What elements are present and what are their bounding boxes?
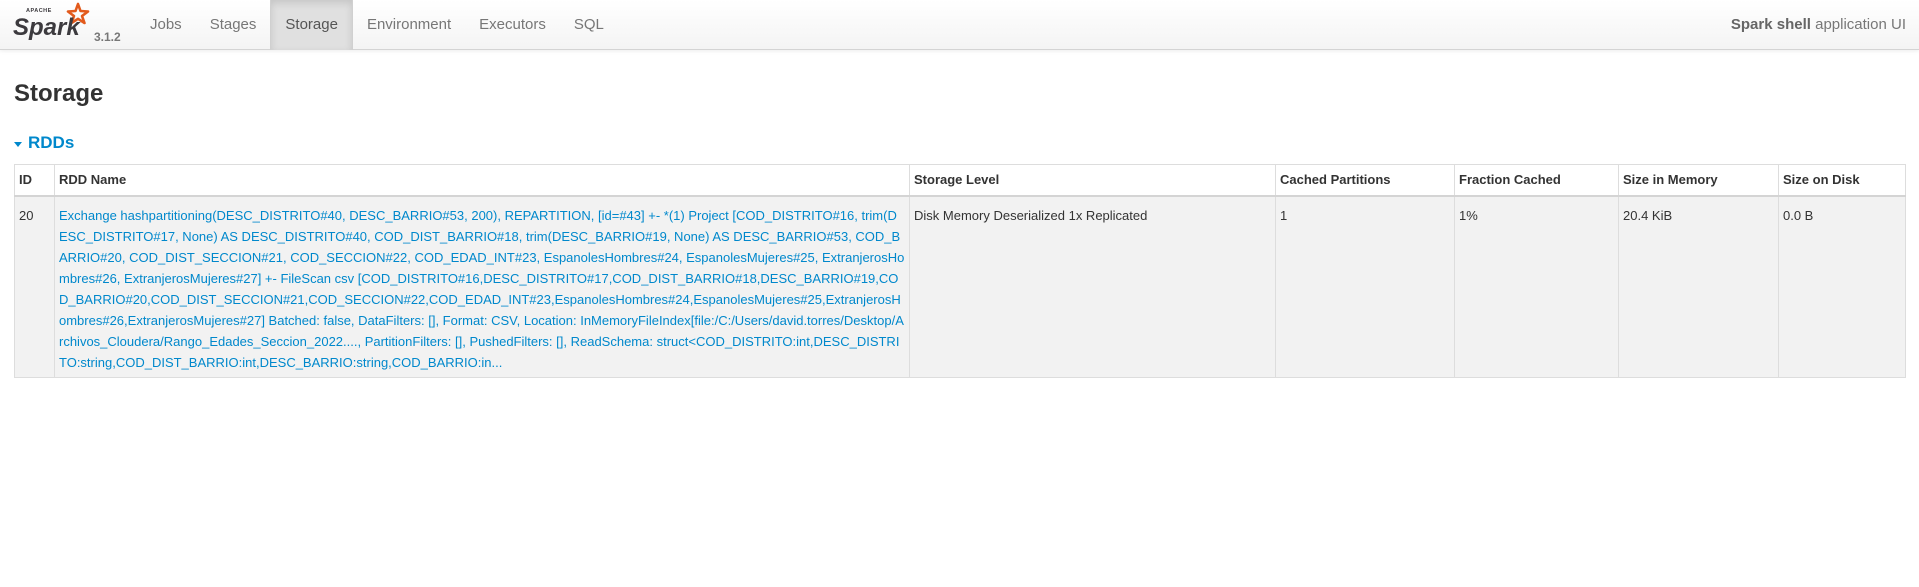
cell-fraction-cached: 1%	[1454, 195, 1619, 378]
app-name: Spark shell	[1730, 16, 1811, 33]
tab-jobs[interactable]: Jobs	[136, 0, 196, 50]
table-header-row: ID RDD Name Storage Level Cached Partiti…	[14, 164, 1906, 197]
rdd-name-link[interactable]: Exchange hashpartitioning(DESC_DISTRITO#…	[59, 208, 904, 370]
table-row: 20 Exchange hashpartitioning(DESC_DISTRI…	[14, 195, 1906, 378]
app-suffix: application UI	[1815, 16, 1906, 33]
column-header-id[interactable]: ID	[14, 164, 55, 197]
caret-down-icon	[14, 141, 22, 147]
page-title: Storage	[14, 80, 104, 107]
column-header-fraction-cached[interactable]: Fraction Cached	[1454, 164, 1619, 197]
tab-stages[interactable]: Stages	[196, 0, 271, 50]
spark-version: 3.1.2	[94, 30, 121, 44]
tab-environment[interactable]: Environment	[353, 0, 465, 50]
cell-id: 20	[14, 195, 55, 378]
cell-storage-level: Disk Memory Deserialized 1x Replicated	[909, 195, 1276, 378]
cell-size-in-memory: 20.4 KiB	[1618, 195, 1779, 378]
tab-storage[interactable]: Storage	[270, 0, 353, 50]
cell-size-on-disk: 0.0 B	[1778, 195, 1906, 378]
column-header-size-on-disk[interactable]: Size on Disk	[1778, 164, 1906, 197]
nav-tabs: Jobs Stages Storage Environment Executor…	[136, 0, 618, 50]
column-header-storage-level[interactable]: Storage Level	[909, 164, 1276, 197]
tab-sql[interactable]: SQL	[560, 0, 618, 50]
rdds-section-toggle[interactable]: RDDs	[14, 133, 74, 153]
cell-cached-partitions: 1	[1275, 195, 1455, 378]
column-header-cached-partitions[interactable]: Cached Partitions	[1275, 164, 1455, 197]
cell-rdd-name: Exchange hashpartitioning(DESC_DISTRITO#…	[54, 195, 910, 378]
spark-star-logo-icon: APACHE Spark	[13, 2, 90, 41]
brand-name-text: Spark	[13, 14, 81, 41]
application-title: Spark shell application UI	[1731, 0, 1906, 50]
top-navbar: APACHE Spark 3.1.2 Jobs Stages Storage E…	[0, 0, 1919, 50]
column-header-size-in-memory[interactable]: Size in Memory	[1618, 164, 1779, 197]
rdd-table: ID RDD Name Storage Level Cached Partiti…	[14, 164, 1906, 378]
column-header-rdd-name[interactable]: RDD Name	[54, 164, 910, 197]
tab-executors[interactable]: Executors	[465, 0, 560, 50]
rdds-section-label: RDDs	[28, 133, 75, 152]
spark-logo[interactable]: APACHE Spark 3.1.2	[12, 2, 132, 46]
